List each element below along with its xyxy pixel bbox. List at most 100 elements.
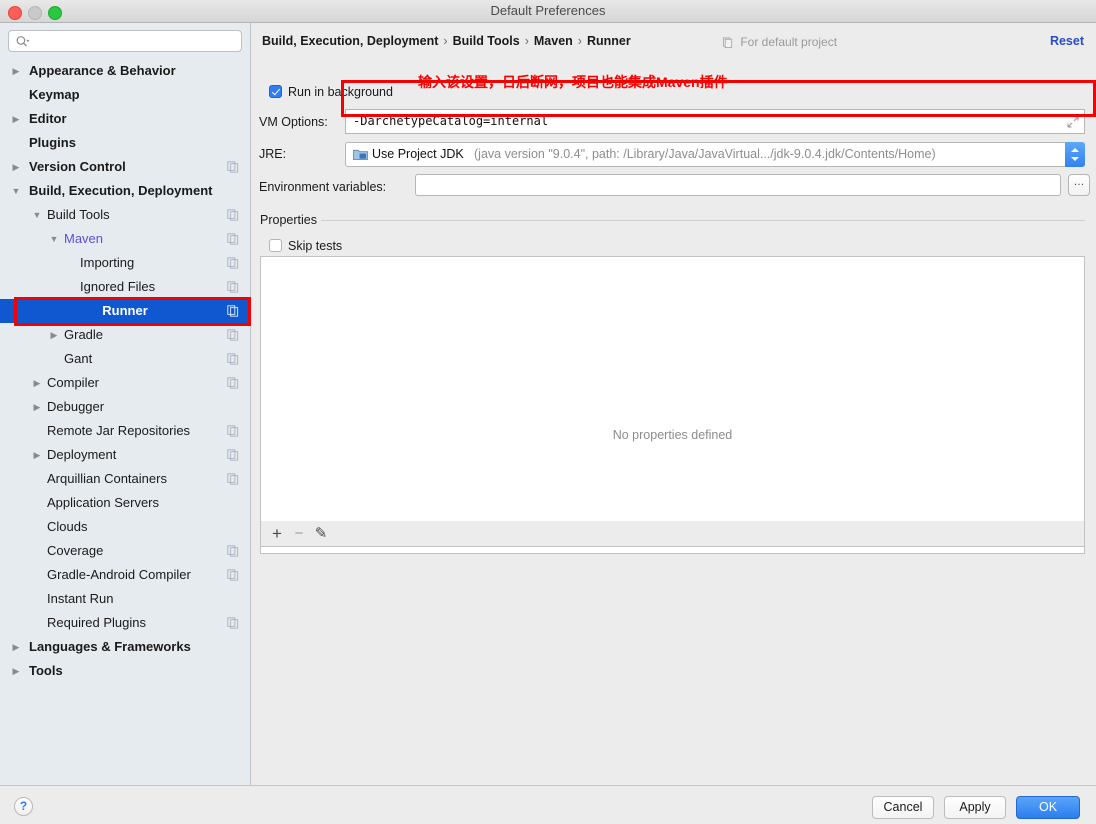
sidebar-item-coverage[interactable]: Coverage: [0, 539, 250, 563]
chevron-right-icon[interactable]: ▶: [31, 443, 43, 467]
sidebar-item-label: Editor: [29, 111, 67, 126]
expand-icon[interactable]: [1067, 116, 1079, 128]
sidebar-item-version-control[interactable]: ▶ Version Control: [0, 155, 250, 179]
breadcrumb-item[interactable]: Build, Execution, Deployment: [262, 34, 438, 48]
sidebar-item-maven[interactable]: ▼ Maven: [0, 227, 250, 251]
sidebar-item-application-servers[interactable]: Application Servers: [0, 491, 250, 515]
ok-button[interactable]: OK: [1016, 796, 1080, 819]
copy-settings-icon[interactable]: [227, 161, 239, 173]
reset-link[interactable]: Reset: [1050, 34, 1084, 48]
chevron-down-icon[interactable]: ▼: [48, 227, 60, 251]
skip-tests-row[interactable]: Skip tests: [269, 239, 342, 253]
run-in-background-checkbox[interactable]: [269, 85, 282, 98]
sidebar-item-build-execution-deployment[interactable]: ▼ Build, Execution, Deployment: [0, 179, 250, 203]
jre-dropdown[interactable]: Use Project JDK (java version "9.0.4", p…: [345, 142, 1085, 167]
sidebar-item-gant[interactable]: Gant: [0, 347, 250, 371]
project-icon: [722, 37, 733, 48]
copy-settings-icon[interactable]: [227, 473, 239, 485]
copy-settings-icon[interactable]: [227, 233, 239, 245]
environment-variables-input[interactable]: [415, 174, 1061, 196]
copy-settings-icon[interactable]: [227, 257, 239, 269]
help-button[interactable]: ?: [14, 797, 33, 816]
jre-detail: (java version "9.0.4", path: /Library/Ja…: [474, 147, 936, 161]
vm-options-input[interactable]: -DarchetypeCatalog=internal: [345, 109, 1085, 134]
settings-sidebar: ▶ Appearance & Behavior Keymap ▶ Editor Plugi…: [0, 23, 251, 785]
dialog-footer: ? Cancel Apply OK: [0, 785, 1096, 824]
remove-property-button[interactable]: −: [289, 524, 309, 544]
skip-tests-checkbox[interactable]: [269, 239, 282, 252]
sidebar-item-label: Instant Run: [47, 591, 114, 606]
copy-settings-icon[interactable]: [227, 329, 239, 341]
search-input[interactable]: [35, 33, 239, 52]
copy-settings-icon[interactable]: [227, 209, 239, 221]
chevron-down-icon[interactable]: ▼: [31, 203, 43, 227]
chevron-right-icon[interactable]: ▶: [10, 155, 22, 179]
chevron-right-icon[interactable]: ▶: [10, 635, 22, 659]
chevron-right-icon[interactable]: ▶: [31, 395, 43, 419]
sidebar-item-gradle[interactable]: ▶ Gradle: [0, 323, 250, 347]
edit-property-button[interactable]: ✎: [311, 524, 331, 544]
copy-settings-icon[interactable]: [227, 617, 239, 629]
sidebar-item-label: Remote Jar Repositories: [47, 423, 191, 438]
sidebar-item-label: Gradle-Android Compiler: [47, 567, 191, 582]
sidebar-item-runner[interactable]: Runner: [0, 299, 250, 323]
breadcrumb-item[interactable]: Maven: [534, 34, 573, 48]
environment-variables-browse-button[interactable]: …: [1068, 174, 1090, 196]
copy-settings-icon[interactable]: [227, 281, 239, 293]
sidebar-item-remote-jar-repositories[interactable]: Remote Jar Repositories: [0, 419, 250, 443]
sidebar-item-label: Ignored Files: [80, 279, 156, 294]
window-title: Default Preferences: [490, 3, 606, 18]
sidebar-item-debugger[interactable]: ▶ Debugger: [0, 395, 250, 419]
breadcrumb-item[interactable]: Runner: [587, 34, 631, 48]
sidebar-item-label: Maven: [64, 231, 104, 246]
properties-list-panel[interactable]: No properties defined: [260, 256, 1085, 554]
sidebar-item-languages-frameworks[interactable]: ▶ Languages & Frameworks: [0, 635, 250, 659]
sidebar-item-compiler[interactable]: ▶ Compiler: [0, 371, 250, 395]
sidebar-item-label: Runner: [102, 303, 148, 318]
chevron-right-icon[interactable]: ▶: [31, 371, 43, 395]
chevron-down-icon[interactable]: ▼: [10, 179, 22, 203]
sidebar-item-label: Build Tools: [47, 207, 110, 222]
sidebar-item-gradle-android-compiler[interactable]: Gradle-Android Compiler: [0, 563, 250, 587]
sidebar-item-label: Appearance & Behavior: [29, 63, 176, 78]
preferences-window: Default Preferences ▶ Appearance & Behavi…: [0, 0, 1096, 824]
chevron-right-icon[interactable]: ▶: [10, 59, 22, 83]
search-icon: [16, 36, 30, 47]
apply-button[interactable]: Apply: [944, 796, 1006, 819]
copy-settings-icon[interactable]: [227, 377, 239, 389]
sidebar-item-build-tools[interactable]: ▼ Build Tools: [0, 203, 250, 227]
copy-settings-icon[interactable]: [227, 305, 239, 317]
copy-settings-icon[interactable]: [227, 425, 239, 437]
chevron-right-icon[interactable]: ▶: [48, 323, 60, 347]
jdk-folder-icon: [353, 149, 368, 161]
sidebar-item-ignored-files[interactable]: Ignored Files: [0, 275, 250, 299]
sidebar-item-importing[interactable]: Importing: [0, 251, 250, 275]
sidebar-item-keymap[interactable]: Keymap: [0, 83, 250, 107]
properties-toolbar: + − ✎: [260, 521, 1085, 547]
sidebar-item-appearance-behavior[interactable]: ▶ Appearance & Behavior: [0, 59, 250, 83]
sidebar-item-tools[interactable]: ▶ Tools: [0, 659, 250, 683]
copy-settings-icon[interactable]: [227, 353, 239, 365]
chevron-right-icon[interactable]: ▶: [10, 107, 22, 131]
sidebar-item-arquillian-containers[interactable]: Arquillian Containers: [0, 467, 250, 491]
copy-settings-icon[interactable]: [227, 545, 239, 557]
breadcrumb-item[interactable]: Build Tools: [453, 34, 520, 48]
sidebar-item-instant-run[interactable]: Instant Run: [0, 587, 250, 611]
copy-settings-icon[interactable]: [227, 569, 239, 581]
jre-stepper-icon[interactable]: [1065, 142, 1085, 167]
chevron-right-icon[interactable]: ▶: [10, 659, 22, 683]
add-property-button[interactable]: +: [267, 524, 287, 544]
sidebar-item-deployment[interactable]: ▶ Deployment: [0, 443, 250, 467]
sidebar-item-required-plugins[interactable]: Required Plugins: [0, 611, 250, 635]
sidebar-item-label: Languages & Frameworks: [29, 639, 191, 654]
sidebar-item-editor[interactable]: ▶ Editor: [0, 107, 250, 131]
sidebar-item-plugins[interactable]: Plugins: [0, 131, 250, 155]
sidebar-item-label: Plugins: [29, 135, 76, 150]
sidebar-search[interactable]: [8, 30, 242, 52]
copy-settings-icon[interactable]: [227, 449, 239, 461]
settings-tree: ▶ Appearance & Behavior Keymap ▶ Editor Plugi…: [0, 59, 250, 683]
sidebar-item-clouds[interactable]: Clouds: [0, 515, 250, 539]
sidebar-item-label: Gant: [64, 351, 93, 366]
cancel-button[interactable]: Cancel: [872, 796, 934, 819]
run-in-background-row[interactable]: Run in background: [269, 85, 393, 99]
